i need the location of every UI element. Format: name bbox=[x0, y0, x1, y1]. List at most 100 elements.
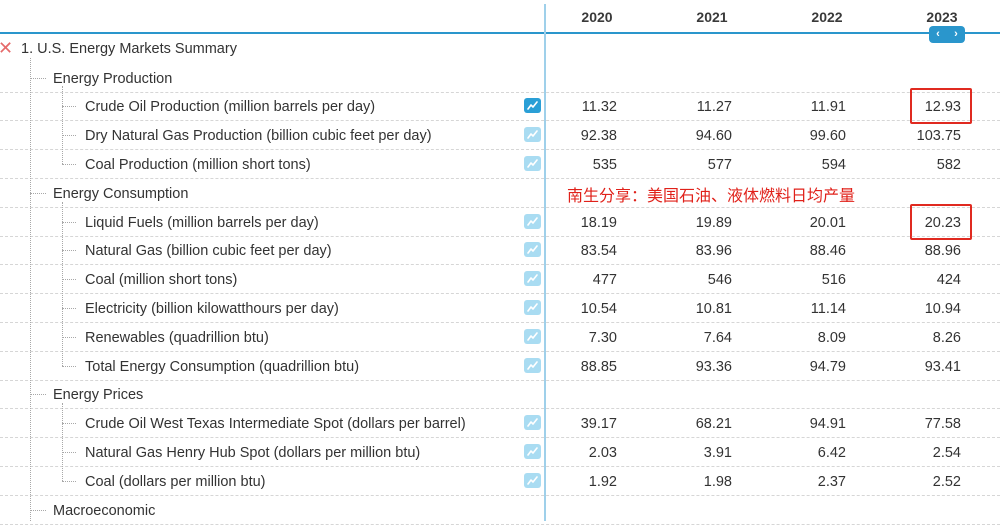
year-col-2021: 2021 bbox=[696, 9, 728, 25]
value-cell-2020: 92.38 bbox=[580, 128, 617, 145]
value-cell-2023: 88.96 bbox=[924, 243, 961, 260]
row-label: Natural Gas Henry Hub Spot (dollars per … bbox=[85, 444, 421, 461]
group-row[interactable]: Macroeconomic bbox=[0, 496, 1000, 525]
table-row[interactable]: Coal (dollars per million btu) 1.92 1.98 2.… bbox=[0, 467, 1000, 496]
value-cell-2023: 93.41 bbox=[924, 358, 961, 375]
tree-branch bbox=[62, 201, 63, 366]
value-cell-2022: 8.09 bbox=[817, 329, 846, 346]
value-cell-2021: 94.60 bbox=[695, 128, 732, 145]
value-cell-2021: 93.36 bbox=[695, 358, 732, 375]
value-cell-2020: 7.30 bbox=[588, 329, 617, 346]
value-cell-2021: 3.91 bbox=[703, 444, 732, 461]
table-row[interactable]: Coal (million short tons) 477 546 516 424 bbox=[0, 265, 1000, 295]
group-title: Macroeconomic bbox=[53, 502, 156, 519]
group-row[interactable]: Energy Production bbox=[0, 64, 1000, 93]
tree-connector bbox=[62, 451, 76, 453]
table-row[interactable]: Total Energy Consumption (quadrillion bt… bbox=[0, 352, 1000, 381]
value-cell-2023: 10.94 bbox=[924, 300, 961, 317]
value-cell-2022: 94.91 bbox=[809, 416, 846, 433]
value-cell-2020: 11.32 bbox=[581, 99, 617, 116]
tree-connector bbox=[30, 192, 46, 194]
value-cell-2023: 424 bbox=[936, 272, 961, 289]
tree-branch bbox=[62, 403, 63, 481]
value-cell-2021: 68.21 bbox=[695, 416, 732, 433]
table-row[interactable]: Liquid Fuels (million barrels per day) 18… bbox=[0, 203, 1000, 240]
row-label: Renewables (quadrillion btu) bbox=[85, 329, 269, 346]
next-year-button[interactable]: › bbox=[954, 26, 958, 43]
energy-summary-table: 2020 2021 2022 2023 ‹ › ✕ 1. U.S. Energy… bbox=[0, 0, 1000, 525]
value-cell-2023: 8.26 bbox=[932, 329, 961, 346]
group-title: Energy Production bbox=[53, 70, 173, 87]
tree-connector bbox=[62, 336, 76, 338]
group-title: Energy Consumption bbox=[53, 185, 189, 202]
value-cell-2020: 18.19 bbox=[580, 214, 617, 231]
value-cell-2022: 88.46 bbox=[809, 243, 846, 260]
value-cell-2021: 577 bbox=[707, 156, 732, 173]
tree-connector bbox=[62, 163, 76, 165]
table-row[interactable]: Electricity (billion kilowatthours per d… bbox=[0, 294, 1000, 323]
tree-connector bbox=[62, 279, 76, 281]
section-title[interactable]: 1. U.S. Energy Markets Summary bbox=[21, 41, 237, 57]
group-title: Energy Prices bbox=[53, 387, 144, 404]
value-cell-2021: 7.64 bbox=[703, 329, 732, 346]
row-label: Crude Oil West Texas Intermediate Spot (… bbox=[85, 416, 466, 433]
row-label: Crude Oil Production (million barrels pe… bbox=[85, 99, 376, 116]
annotation-text: 南生分享：美国石油、液体燃料日均产量 bbox=[567, 186, 856, 205]
table-row[interactable]: Natural Gas (billion cubic feet per day)… bbox=[0, 236, 1000, 266]
table-row[interactable]: Dry Natural Gas Production (billion cubi… bbox=[0, 121, 1000, 151]
value-cell-2021: 83.96 bbox=[695, 243, 732, 260]
value-cell-2022: 11.91 bbox=[810, 99, 846, 116]
tree-connector bbox=[62, 250, 76, 252]
value-cell-2021: 546 bbox=[707, 272, 732, 289]
row-label: Electricity (billion kilowatthours per d… bbox=[85, 300, 339, 317]
tree-connector bbox=[62, 365, 76, 367]
year-col-2020: 2020 bbox=[581, 9, 613, 25]
tree-connector bbox=[62, 135, 76, 137]
value-cell-2022: 594 bbox=[821, 156, 846, 173]
table-row[interactable]: Renewables (quadrillion btu) 7.30 7.64 8.09… bbox=[0, 323, 1000, 352]
row-label: Total Energy Consumption (quadrillion bt… bbox=[85, 358, 360, 375]
table-row[interactable]: Natural Gas Henry Hub Spot (dollars per … bbox=[0, 438, 1000, 467]
tree-connector bbox=[62, 307, 76, 309]
group-row[interactable]: Energy Prices bbox=[0, 380, 1000, 410]
value-cell-2020: 83.54 bbox=[580, 243, 617, 260]
tree-connector bbox=[62, 106, 76, 108]
row-label: Coal (million short tons) bbox=[85, 272, 238, 289]
highlight-box bbox=[910, 88, 972, 125]
table-row[interactable]: Crude Oil Production (million barrels pe… bbox=[0, 88, 1000, 125]
value-cell-2021: 10.81 bbox=[695, 300, 732, 317]
value-cell-2023: 2.54 bbox=[932, 444, 961, 461]
close-icon[interactable]: ✕ bbox=[0, 38, 13, 59]
prev-year-button[interactable]: ‹ bbox=[936, 26, 940, 43]
table-row[interactable]: Coal Production (million short tons) 535 5… bbox=[0, 150, 1000, 179]
tree-connector bbox=[30, 509, 46, 511]
year-header: 2020 2021 2022 2023 bbox=[0, 0, 1000, 33]
value-cell-2020: 39.17 bbox=[580, 416, 617, 433]
value-cell-2023: 582 bbox=[936, 156, 961, 173]
value-cell-2020: 2.03 bbox=[588, 444, 617, 461]
value-cell-2023: 2.52 bbox=[932, 473, 961, 490]
value-cell-2023: 77.58 bbox=[924, 416, 961, 433]
tree-connector bbox=[30, 77, 46, 79]
tree-connector bbox=[62, 480, 76, 482]
value-cell-2021: 11.27 bbox=[696, 99, 732, 116]
tree-branch bbox=[62, 86, 63, 164]
value-cell-2022: 516 bbox=[821, 272, 846, 289]
tree-trunk bbox=[30, 58, 31, 521]
row-label: Coal Production (million short tons) bbox=[85, 156, 311, 173]
value-cell-2020: 477 bbox=[592, 272, 617, 289]
value-cell-2022: 20.01 bbox=[809, 214, 846, 231]
tree-connector bbox=[62, 423, 76, 425]
year-col-2023: 2023 bbox=[926, 9, 958, 25]
table-row[interactable]: Crude Oil West Texas Intermediate Spot (… bbox=[0, 409, 1000, 439]
year-nav-buttons: ‹ › bbox=[929, 26, 965, 43]
value-cell-2020: 10.54 bbox=[580, 300, 617, 317]
value-cell-2021: 1.98 bbox=[703, 473, 732, 490]
header-divider bbox=[0, 32, 1000, 34]
value-cell-2020: 88.85 bbox=[580, 358, 617, 375]
value-cell-2021: 19.89 bbox=[695, 214, 732, 231]
value-cell-2020: 535 bbox=[592, 156, 617, 173]
value-cell-2022: 2.37 bbox=[817, 473, 846, 490]
row-label: Natural Gas (billion cubic feet per day) bbox=[85, 243, 332, 260]
row-label: Liquid Fuels (million barrels per day) bbox=[85, 214, 319, 231]
